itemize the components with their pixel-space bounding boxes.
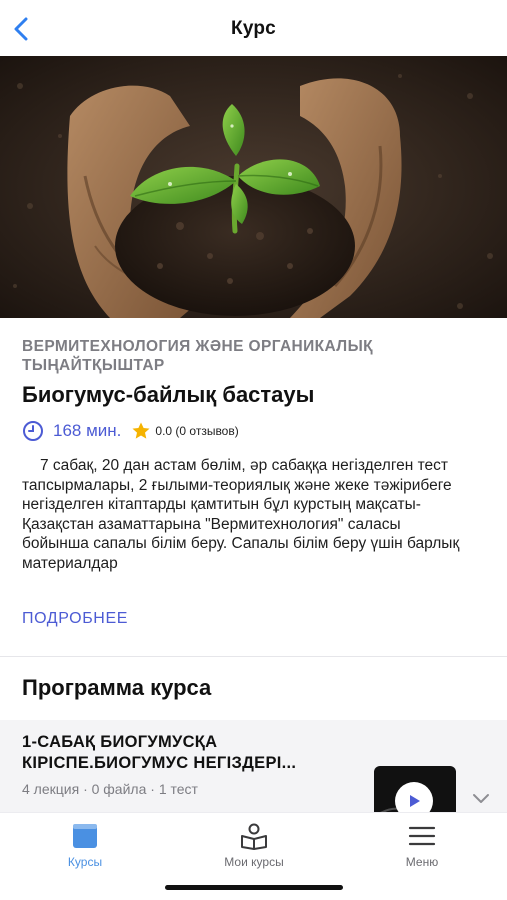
- tab-courses-label: Курсы: [67, 855, 103, 869]
- play-icon: [410, 795, 420, 807]
- chevron-left-icon: [14, 17, 28, 41]
- star-icon: [131, 421, 151, 441]
- chevron-down-icon: [473, 794, 489, 803]
- course-category: ВЕРМИТЕХНОЛОГИЯ ЖӘНЕ ОРГАНИКАЛЫҚ ТЫҢАЙТҚ…: [22, 338, 374, 374]
- lesson-item[interactable]: 1-САБАҚ БИОГУМУСҚА КІРІСПЕ.БИОГУМУС НЕГІ…: [0, 720, 507, 836]
- section-divider: [0, 656, 507, 657]
- more-details-link[interactable]: ПОДРОБНЕЕ: [22, 610, 128, 628]
- tab-my-courses-label: Мои курсы: [224, 855, 284, 869]
- tab-my-courses[interactable]: Мои курсы: [194, 821, 314, 869]
- course-description: 7 сабақ, 20 дан астам бөлім, әр сабаққа …: [22, 457, 460, 572]
- page-title: Курс: [231, 18, 276, 39]
- tab-courses[interactable]: Курсы: [25, 821, 145, 869]
- course-meta: 168 мин. 0.0 (0 отзывов): [22, 420, 239, 442]
- reader-icon: [239, 821, 269, 851]
- expand-lesson-button[interactable]: [470, 788, 492, 810]
- course-duration: 168 мин.: [53, 421, 122, 440]
- top-navigation-bar: Курс: [0, 0, 507, 58]
- course-cover-image: [0, 56, 507, 318]
- tab-menu-label: Меню: [405, 855, 439, 869]
- hamburger-icon: [407, 821, 437, 851]
- course-rating: 0.0 (0 отзывов): [155, 424, 239, 438]
- clock-icon: [22, 420, 44, 442]
- book-icon: [70, 821, 100, 851]
- tab-menu[interactable]: Меню: [362, 821, 482, 869]
- lesson-meta: 4 лекция · 0 файла · 1 тест: [22, 781, 198, 797]
- program-section-title: Программа курса: [22, 675, 212, 700]
- home-indicator: [165, 885, 343, 890]
- lesson-title: 1-САБАҚ БИОГУМУСҚА КІРІСПЕ.БИОГУМУС НЕГІ…: [22, 733, 297, 772]
- course-title: Биогумус-байлық бастауы: [22, 382, 315, 407]
- back-button[interactable]: [6, 14, 36, 44]
